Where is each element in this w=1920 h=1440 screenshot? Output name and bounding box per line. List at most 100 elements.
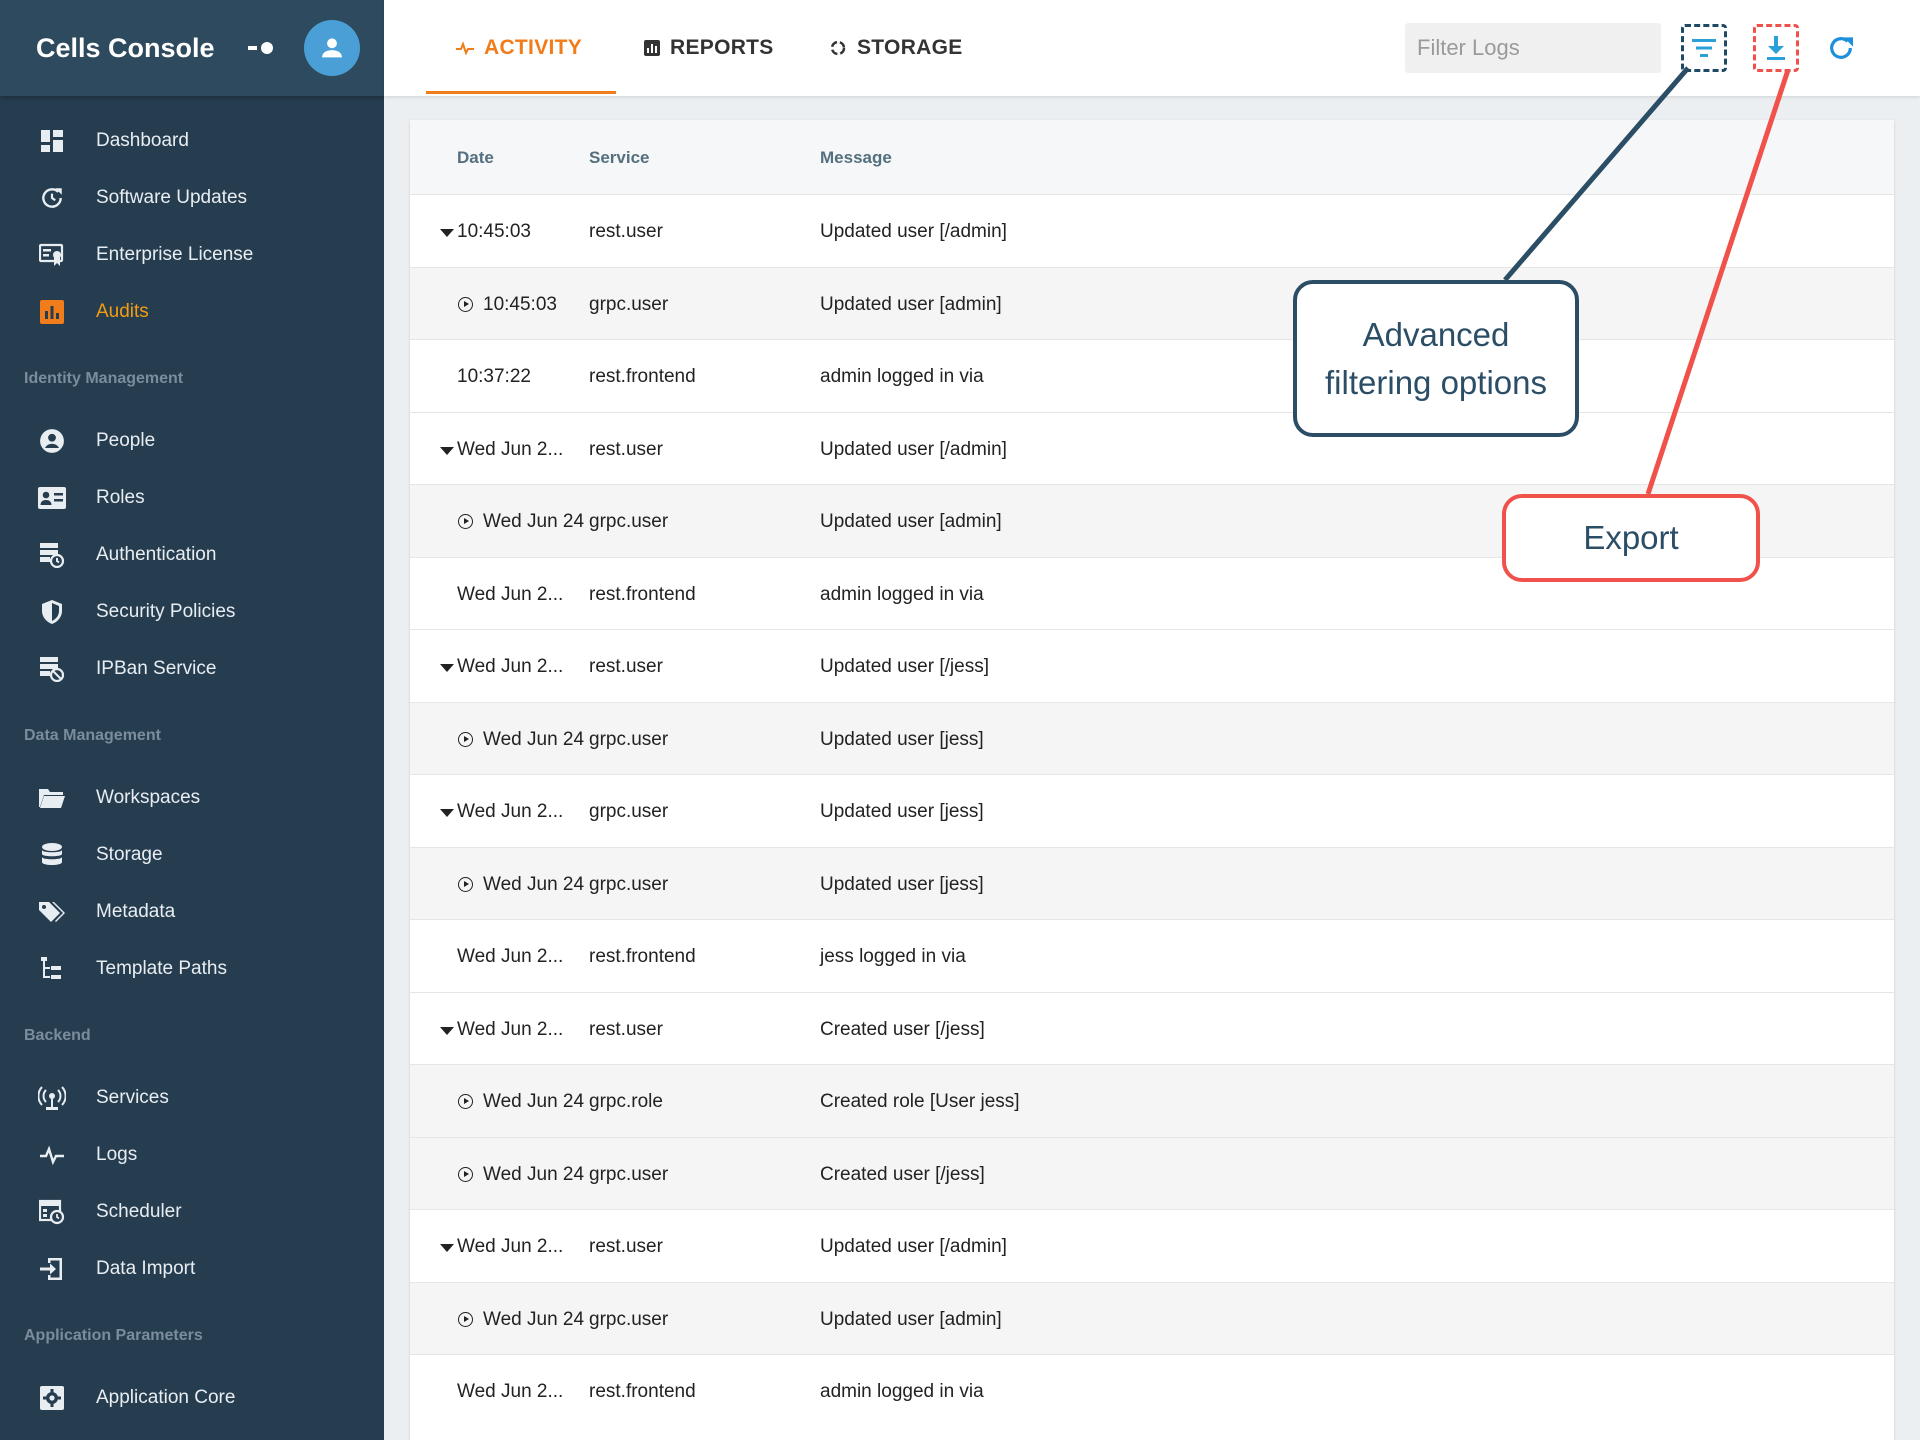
table-row[interactable]: Wed Jun 24 grpc.user Updated user [admin]: [410, 1281, 1894, 1354]
cell-date: Wed Jun 2...: [457, 656, 564, 677]
active-tab-indicator: [426, 91, 616, 94]
sidebar-item-services[interactable]: Services: [0, 1069, 384, 1126]
table-row[interactable]: 10:45:03 grpc.user Updated user [admin]: [410, 266, 1894, 339]
sidebar-item-workspaces[interactable]: Workspaces: [0, 769, 384, 826]
collapse-toggle-icon[interactable]: [234, 28, 290, 68]
table-row[interactable]: Wed Jun 2... rest.user Updated user [/jess…: [410, 629, 1894, 702]
expand-caret-icon[interactable]: [440, 664, 454, 672]
top-bar: ACTIVITY REPORTS STORAGE: [384, 0, 1920, 96]
sidebar-item-label: Roles: [96, 486, 145, 508]
cell-message: Updated user [/jess]: [820, 656, 989, 677]
cell-date: Wed Jun 24: [483, 873, 585, 895]
expand-caret-icon[interactable]: [440, 809, 454, 817]
sidebar-item-label: Dashboard: [96, 129, 189, 151]
expand-caret-icon[interactable]: [440, 1026, 454, 1035]
tab-activity[interactable]: ACTIVITY: [456, 0, 582, 96]
pulse-icon: [38, 1141, 66, 1169]
table-row[interactable]: Wed Jun 24 grpc.user Updated user [jess]: [410, 701, 1894, 774]
sidebar-item-audits[interactable]: Audits: [0, 283, 384, 340]
table-row[interactable]: Wed Jun 2... rest.frontend jess logged in …: [410, 919, 1894, 992]
cell-date: Wed Jun 24: [483, 1163, 585, 1185]
cell-service: rest.user: [589, 221, 663, 242]
expand-caret-icon[interactable]: [440, 446, 454, 455]
cell-date: Wed Jun 2...: [457, 1236, 564, 1257]
sidebar-section-title: Backend: [24, 1027, 91, 1044]
table-row[interactable]: Wed Jun 2... rest.frontend admin logged in…: [410, 1354, 1894, 1427]
cell-service: rest.frontend: [589, 583, 696, 605]
sidebar-section-title: Data Management: [24, 727, 161, 744]
sidebar-item-people[interactable]: People: [0, 412, 384, 469]
cell-date: Wed Jun 2...: [457, 438, 564, 460]
sidebar-item-authentication[interactable]: Authentication: [0, 526, 384, 583]
pulse-icon: [456, 41, 474, 55]
authentication-icon: [38, 541, 66, 569]
advanced-filtering-callout: Advanced filtering options: [1293, 280, 1579, 437]
column-header-message[interactable]: Message: [820, 148, 892, 168]
cell-message: Updated user [jess]: [820, 728, 984, 750]
cell-service: rest.frontend: [589, 366, 696, 387]
sidebar-item-storage[interactable]: Storage: [0, 826, 384, 883]
sidebar-item-template-paths[interactable]: Template Paths: [0, 940, 384, 997]
cell-message: admin logged in via: [820, 366, 984, 387]
table-row[interactable]: Wed Jun 2... rest.user Updated user [/admi…: [410, 1209, 1894, 1282]
sidebar-item-label: Security Policies: [96, 600, 236, 622]
refresh-button[interactable]: [1818, 24, 1864, 72]
sidebar: Cells Console Dashboard Software Updates E…: [0, 0, 384, 1440]
cell-message: Updated user [/admin]: [820, 1236, 1007, 1257]
cell-date: Wed Jun 24: [483, 1091, 585, 1112]
sidebar-item-logs[interactable]: Logs: [0, 1126, 384, 1183]
table-row[interactable]: Wed Jun 2... rest.user Updated user [/admi…: [410, 411, 1894, 485]
table-row[interactable]: Wed Jun 2... rest.user Created user [/jess…: [410, 991, 1894, 1065]
child-entry-icon: [458, 514, 473, 529]
sidebar-item-security-policies[interactable]: Security Policies: [0, 583, 384, 640]
cell-service: grpc.user: [589, 873, 669, 895]
column-header-service[interactable]: Service: [589, 148, 650, 168]
callout-label: Export: [1583, 519, 1679, 557]
cell-date: 10:45:03: [483, 293, 557, 315]
cell-message: Updated user [admin]: [820, 293, 1002, 315]
loading-icon: [829, 39, 847, 57]
cell-date: Wed Jun 24: [483, 511, 585, 532]
sidebar-item-data-import[interactable]: Data Import: [0, 1240, 384, 1297]
advanced-filter-button[interactable]: [1681, 24, 1727, 72]
audit-log-table: Date Service Message 10:45:03 rest.user Up…: [410, 120, 1894, 1440]
tab-reports[interactable]: REPORTS: [644, 0, 774, 96]
table-row[interactable]: Wed Jun 24 grpc.user Created user [/jess]: [410, 1136, 1894, 1209]
sidebar-item-scheduler[interactable]: Scheduler: [0, 1183, 384, 1240]
table-row[interactable]: Wed Jun 24 grpc.role Created role [User je…: [410, 1064, 1894, 1137]
table-row[interactable]: 10:45:03 rest.user Updated user [/admin]: [410, 194, 1894, 267]
sidebar-item-label: Services: [96, 1086, 169, 1108]
cell-message: jess logged in via: [820, 946, 966, 967]
cell-message: Updated user [/admin]: [820, 438, 1007, 460]
filter-logs-input[interactable]: [1405, 23, 1661, 73]
sidebar-item-software-updates[interactable]: Software Updates: [0, 169, 384, 226]
sidebar-item-label: Logs: [96, 1143, 138, 1165]
expand-caret-icon[interactable]: [440, 1244, 454, 1252]
sidebar-item-dashboard[interactable]: Dashboard: [0, 112, 384, 169]
table-row[interactable]: Wed Jun 2... grpc.user Updated user [jess]: [410, 774, 1894, 847]
cell-service: rest.frontend: [589, 1381, 696, 1402]
cell-message: Updated user [/admin]: [820, 221, 1007, 242]
tab-storage[interactable]: STORAGE: [829, 0, 963, 96]
user-avatar-icon[interactable]: [304, 20, 360, 76]
table-row[interactable]: Wed Jun 24 grpc.user Updated user [jess]: [410, 846, 1894, 919]
sidebar-item-label: Enterprise License: [96, 243, 254, 265]
sidebar-item-label: Metadata: [96, 900, 176, 922]
sidebar-item-metadata[interactable]: Metadata: [0, 883, 384, 940]
table-row[interactable]: 10:37:22 rest.frontend admin logged in via: [410, 339, 1894, 412]
roles-icon: [38, 484, 66, 512]
export-button[interactable]: [1753, 24, 1799, 72]
column-header-date[interactable]: Date: [457, 148, 494, 168]
sidebar-item-enterprise-license[interactable]: Enterprise License: [0, 226, 384, 283]
filter-list-icon: [1692, 39, 1716, 57]
sidebar-item-ipban-service[interactable]: IPBan Service: [0, 640, 384, 697]
cell-date: Wed Jun 24: [483, 1308, 585, 1330]
tags-icon: [38, 898, 66, 926]
sidebar-item-application-core[interactable]: Application Core: [0, 1369, 384, 1426]
cell-service: grpc.user: [589, 801, 669, 822]
expand-caret-icon[interactable]: [440, 229, 454, 237]
import-icon: [38, 1255, 66, 1283]
sidebar-item-roles[interactable]: Roles: [0, 469, 384, 526]
tab-label: ACTIVITY: [484, 36, 583, 59]
cell-service: grpc.user: [589, 728, 669, 750]
